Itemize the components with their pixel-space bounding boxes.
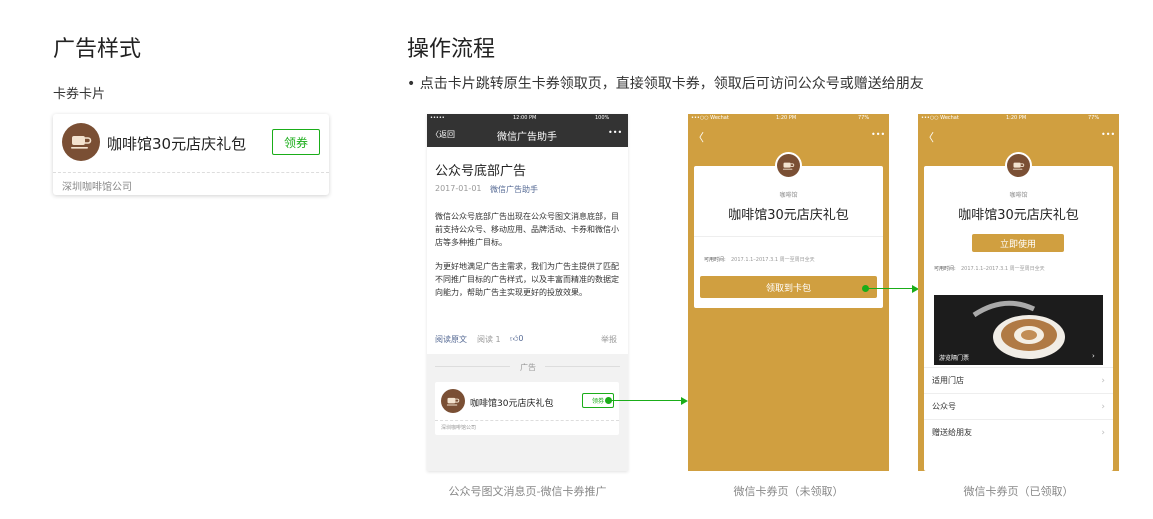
- phone-coupon-claimed: •••○○ Wechat 1:20 PM 77% 〈 ••• 咖啡馆 咖啡馆30…: [918, 114, 1119, 471]
- process-title: 操作流程: [407, 37, 496, 62]
- coupon-name: 咖啡馆30元店庆礼包: [958, 208, 1079, 223]
- more-icon[interactable]: •••: [608, 128, 622, 137]
- article-date: 2017-01-01: [435, 184, 482, 193]
- coupon-card-name: 咖啡馆30元店庆礼包: [107, 135, 247, 153]
- photo-label: 游览隔门票: [939, 355, 970, 362]
- read-count: 阅读 1: [477, 335, 501, 344]
- validity-value: 2017.1.1–2017.3.1 周一至周日全天: [731, 257, 815, 263]
- chevron-right-icon: ›: [1101, 427, 1105, 438]
- ad-coupon-card[interactable]: 咖啡馆30元店庆礼包 领券 深圳咖啡馆公司: [435, 382, 619, 435]
- store-photo[interactable]: 游览隔门票 ›: [934, 295, 1103, 365]
- process-description: • 点击卡片跳转原生卡券领取页，直接领取卡券，领取后可访问公众号或赠送给朋友: [407, 76, 924, 92]
- report-link[interactable]: 举报: [601, 334, 617, 345]
- get-coupon-button[interactable]: 领券: [272, 129, 320, 155]
- ad-card-divider: [435, 420, 619, 421]
- chevron-right-icon: ›: [1101, 375, 1105, 386]
- validity-value: 2017.1.1–2017.3.1 周一至周日全天: [961, 266, 1045, 272]
- nav-title: 微信广告助手: [497, 132, 557, 143]
- row-label: 公众号: [932, 402, 956, 411]
- shop-name: 咖啡馆: [779, 192, 798, 199]
- coupon-detail-card: 咖啡馆 咖啡馆30元店庆礼包 立即使用 可用时间: 2017.1.1–2017.…: [924, 166, 1113, 471]
- arrow-head-icon: [681, 397, 688, 405]
- like-count: 0: [518, 334, 524, 343]
- coupon-name: 咖啡馆30元店庆礼包: [728, 208, 849, 223]
- card-divider: [53, 172, 329, 173]
- signal-icon: •••••: [430, 115, 445, 121]
- phone-article-page: ••••• 12:00 PM 100% 〈返回 微信广告助手 ••• 公众号底部…: [427, 114, 628, 471]
- more-icon[interactable]: •••: [1101, 130, 1115, 139]
- ad-label: 广告: [520, 363, 536, 372]
- ad-area: 广告 咖啡馆30元店庆礼包 领券 深圳咖啡馆公司: [427, 354, 628, 471]
- like-button[interactable]: 👍︎0: [510, 334, 523, 344]
- back-icon[interactable]: 〈: [923, 129, 934, 145]
- row-label: 适用门店: [932, 376, 964, 385]
- read-original-link[interactable]: 阅读原文: [435, 334, 467, 345]
- status-bar: ••••• 12:00 PM 100%: [427, 114, 628, 122]
- shop-logo-ring: [1005, 152, 1032, 179]
- article-title: 公众号底部广告: [435, 164, 527, 179]
- flow-arrow-2: [866, 288, 913, 289]
- status-bar: •••○○ Wechat 1:20 PM 77%: [688, 114, 889, 124]
- more-icon[interactable]: •••: [871, 130, 885, 139]
- ad-label-line-left: [435, 366, 510, 367]
- row-gift-to-friend[interactable]: 赠送给朋友 ›: [924, 419, 1113, 445]
- use-now-button[interactable]: 立即使用: [972, 234, 1064, 252]
- flow-arrow-1: [609, 400, 682, 401]
- shop-logo-ring: [775, 152, 802, 179]
- article-paragraph-1: 微信公众号底部广告出现在公众号图文消息底部，目前支持公众号、移动应用、品牌活动、…: [435, 212, 619, 247]
- nav-bar: 〈返回 微信广告助手 •••: [427, 122, 628, 147]
- coupon-card-company: 深圳咖啡馆公司: [62, 182, 132, 193]
- article-paragraph-2: 为更好地满足广告主需求，我们为广告主提供了匹配不同推广目标的广告样式，以及丰富而…: [435, 262, 619, 297]
- coffee-cup-icon: [441, 389, 465, 413]
- chevron-right-icon: ›: [1101, 401, 1105, 412]
- status-time: 1:20 PM: [776, 115, 797, 121]
- ad-card-company: 深圳咖啡馆公司: [441, 425, 477, 431]
- claim-to-wallet-button[interactable]: 领取到卡包: [700, 276, 877, 298]
- status-bar: •••○○ Wechat 1:20 PM 77%: [918, 114, 1119, 124]
- status-time: 1:20 PM: [1006, 115, 1027, 121]
- chevron-right-icon: ›: [1092, 352, 1095, 360]
- coffee-cup-icon: [1007, 154, 1030, 177]
- card-divider: [694, 236, 883, 237]
- card-style-subtitle: 卡券卡片: [53, 87, 106, 102]
- coupon-card-preview[interactable]: 咖啡馆30元店庆礼包 领券 深圳咖啡馆公司: [53, 114, 329, 195]
- status-battery: 77%: [1088, 115, 1100, 121]
- status-time: 12:00 PM: [513, 115, 537, 121]
- status-carrier: •••○○ Wechat: [691, 115, 729, 121]
- caption-article-page: 公众号图文消息页-微信卡券推广: [448, 485, 607, 498]
- status-battery: 100%: [595, 115, 610, 121]
- row-label: 赠送给朋友: [932, 428, 972, 437]
- status-battery: 77%: [858, 115, 870, 121]
- validity-label: 可用时间:: [704, 257, 726, 263]
- back-button[interactable]: 〈返回: [431, 129, 455, 140]
- article-author-link[interactable]: 微信广告助手: [490, 184, 538, 195]
- status-carrier: •••○○ Wechat: [921, 115, 959, 121]
- shop-name: 咖啡馆: [1009, 192, 1028, 199]
- ad-card-name: 咖啡馆30元店庆礼包: [470, 399, 554, 409]
- phone-coupon-unclaimed: •••○○ Wechat 1:20 PM 77% 〈 ••• 咖啡馆 咖啡馆30…: [688, 114, 889, 471]
- caption-coupon-claimed: 微信卡券页（已领取）: [963, 485, 1074, 498]
- row-applicable-stores[interactable]: 适用门店 ›: [924, 367, 1113, 393]
- ad-label-line-right: [545, 366, 620, 367]
- coupon-detail-card: 咖啡馆 咖啡馆30元店庆礼包 可用时间: 2017.1.1–2017.3.1 周…: [694, 166, 883, 308]
- coffee-cup-icon: [777, 154, 800, 177]
- ad-style-title: 广告样式: [53, 37, 142, 62]
- validity-label: 可用时间:: [934, 266, 956, 272]
- row-official-account[interactable]: 公众号 ›: [924, 393, 1113, 419]
- back-icon[interactable]: 〈: [693, 129, 704, 145]
- coffee-cup-icon: [62, 123, 100, 161]
- caption-coupon-unclaimed: 微信卡券页（未领取）: [733, 485, 844, 498]
